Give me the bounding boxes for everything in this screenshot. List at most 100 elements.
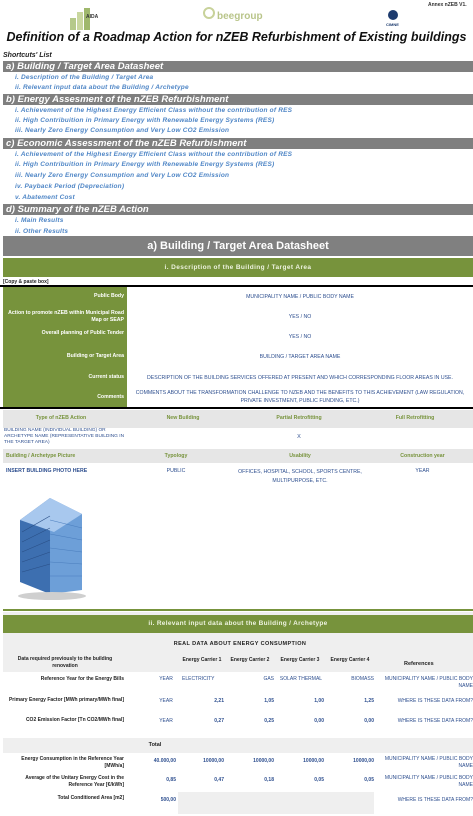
cimne-logo-text: CIMNE [386, 22, 399, 27]
value-cell[interactable]: 0,05 [330, 777, 374, 783]
shortcuts-label: Shortcuts' List [3, 52, 52, 59]
year-cell[interactable]: YEAR [150, 698, 182, 704]
data-required-label: Data required previously to the building… [17, 656, 113, 669]
reference-cell[interactable]: WHERE IS THESE DATA FROM? [378, 718, 473, 725]
shortcut-link[interactable]: i. Main Results [15, 217, 64, 224]
value-cell[interactable]: 10000,00 [182, 758, 224, 764]
real-data-title: REAL DATA ABOUT ENERGY CONSUMPTION [173, 641, 307, 647]
total-cell[interactable]: 500,00 [130, 797, 176, 803]
column-header: Usability [289, 453, 311, 459]
value-cell[interactable]: 1,00 [280, 698, 324, 704]
column-header: Construction year [400, 453, 445, 459]
column-header: Full Retrofitting [395, 415, 435, 421]
public-tender-value[interactable]: YES / NO [130, 333, 470, 341]
reference-cell[interactable]: MUNICIPALITY NAME / PUBLIC BODY NAME [378, 775, 473, 789]
typology-value[interactable]: PUBLIC [128, 468, 224, 474]
year-cell[interactable]: YEAR [150, 718, 182, 724]
shortcut-link[interactable]: i. Description of the Building / Target … [15, 74, 153, 81]
carrier-cell[interactable]: BIOMASS [330, 676, 374, 682]
beegroup-logo-mark [203, 7, 215, 19]
shortcut-link[interactable]: iv. Payback Period (Depreciation) [15, 183, 124, 190]
shortcut-link[interactable]: ii. Other Results [15, 228, 68, 235]
year-cell[interactable]: YEAR [150, 676, 182, 682]
carrier-cell[interactable]: ELECTRICITY [182, 676, 228, 682]
shortcut-link[interactable]: i. Achievement of the Highest Energy Eff… [15, 107, 292, 114]
column-header: Type of nZEB Action [35, 415, 87, 421]
value-cell[interactable]: 2,21 [182, 698, 224, 704]
construction-year-value[interactable]: YEAR [375, 468, 470, 474]
value-cell[interactable]: 10000,00 [330, 758, 374, 764]
row-label: CO2 Emission Factor [Tn CO2/MWh final] [25, 717, 124, 723]
usability-value[interactable]: OFFICES, HOSPITAL, SCHOOL, SPORTS CENTRE… [230, 468, 370, 486]
value-cell[interactable]: 1,05 [230, 698, 274, 704]
row-label: Energy Consumption in the Reference Year… [21, 756, 124, 769]
shortcut-section-a[interactable]: a) Building / Target Area Datasheet [3, 61, 473, 72]
total-header: Total [148, 742, 162, 748]
row-label: Primary Energy Factor [MWh primary/MWh f… [8, 697, 124, 703]
carrier-header: Energy Carrier 4 [330, 657, 370, 663]
building-illustration [18, 498, 86, 600]
row-label: Total Conditioned Area [m2] [57, 795, 124, 801]
carrier-header: Energy Carrier 2 [230, 657, 270, 663]
value-cell[interactable]: 10000,00 [230, 758, 274, 764]
beegroup-logo: beegroup [217, 11, 263, 22]
annex-label: Annex nZEB V1. [428, 2, 467, 8]
value-cell[interactable]: 0,18 [230, 777, 274, 783]
current-status-value[interactable]: DESCRIPTION OF THE BUILDING SERVICES OFF… [130, 374, 470, 382]
row-label: Current status [88, 374, 124, 380]
value-cell[interactable]: 0,05 [280, 777, 324, 783]
value-cell[interactable]: 1,25 [330, 698, 374, 704]
aida-logo-text: AIDA [86, 14, 99, 20]
row-label: Average of the Unitary Energy Cost in th… [25, 775, 124, 788]
column-header: Typology [164, 453, 188, 459]
value-cell[interactable]: 0,27 [182, 718, 224, 724]
building-archetype-name[interactable]: BUILDING NAME (INDIVIDUAL BUILDING) OR A… [4, 428, 128, 446]
shortcut-section-c[interactable]: c) Economic Assessment of the nZEB Refur… [3, 138, 473, 149]
reference-cell[interactable]: WHERE IS THESE DATA FROM? [378, 797, 473, 804]
row-label: Reference Year for the Energy Bills [40, 676, 124, 682]
row-label: Comments [97, 394, 124, 400]
shortcut-section-b[interactable]: b) Energy Assesment of the nZEB Refurbis… [3, 94, 473, 105]
divider [0, 407, 473, 409]
reference-cell[interactable]: MUNICIPALITY NAME / PUBLIC BODY NAME [378, 756, 473, 770]
shortcut-link[interactable]: iii. Nearly Zero Energy Consumption and … [15, 127, 229, 134]
reference-cell[interactable]: WHERE IS THESE DATA FROM? [378, 698, 473, 705]
references-header: References [404, 661, 434, 667]
row-label: Building or Target Area [66, 353, 124, 359]
action-mark[interactable]: X [244, 434, 354, 440]
carrier-header: Energy Carrier 3 [280, 657, 320, 663]
building-name-value[interactable]: BUILDING / TARGET AREA NAME [130, 353, 470, 361]
carrier-cell[interactable]: GAS [228, 676, 274, 682]
value-cell[interactable]: 10000,00 [280, 758, 324, 764]
datasheet-heading: a) Building / Target Area Datasheet [3, 236, 473, 256]
input-data-subheading: ii. Relevant input data about the Buildi… [3, 615, 473, 633]
public-body-value[interactable]: MUNICIPALITY NAME / PUBLIC BODY NAME [130, 293, 470, 301]
column-header: New Building [166, 415, 200, 421]
value-cell[interactable]: 0,25 [230, 718, 274, 724]
shortcut-link[interactable]: ii. High Contribuition in Primary Energy… [15, 117, 274, 124]
row-label: Action to promote nZEB within Municipal … [8, 310, 124, 323]
shortcut-link[interactable]: ii. High Contribuition in Primary Energy… [15, 161, 274, 168]
total-cell[interactable]: 40.000,00 [130, 758, 176, 764]
column-header: Partial Retrofitting [276, 415, 322, 421]
value-cell[interactable]: 0,00 [330, 718, 374, 724]
carrier-header: Energy Carrier 1 [182, 657, 222, 663]
reference-cell[interactable]: MUNICIPALITY NAME / PUBLIC BODY NAME [378, 676, 473, 690]
insert-photo-label[interactable]: INSERT BUILDING PHOTO HERE [6, 468, 87, 474]
cimne-logo [388, 10, 398, 20]
value-cell[interactable]: 0,47 [182, 777, 224, 783]
comments-value[interactable]: COMMENTS ABOUT THE TRANSFORMATION CHALLE… [130, 389, 470, 405]
nzeb-action-value[interactable]: YES / NO [130, 313, 470, 321]
shortcut-link[interactable]: v. Abatement Cost [15, 194, 75, 201]
shortcut-link[interactable]: ii. Relevant input data about the Buildi… [15, 84, 189, 91]
shortcut-link[interactable]: i. Achievement of the Highest Energy Eff… [15, 151, 292, 158]
description-subheading: i. Description of the Building / Target … [3, 258, 473, 277]
shortcut-section-d[interactable]: d) Summary of the nZEB Action [3, 204, 473, 215]
page-title: Definition of a Roadmap Action for nZEB … [6, 30, 467, 44]
row-label: Overall planning of Public Tender [41, 330, 124, 336]
total-cell[interactable]: 0,85 [130, 777, 176, 783]
value-cell[interactable]: 0,00 [280, 718, 324, 724]
shortcut-link[interactable]: iii. Nearly Zero Energy Consumption and … [15, 172, 229, 179]
carrier-cell[interactable]: SOLAR THERMAL [276, 676, 326, 682]
column-header: Building / Archetype Picture [6, 453, 76, 459]
